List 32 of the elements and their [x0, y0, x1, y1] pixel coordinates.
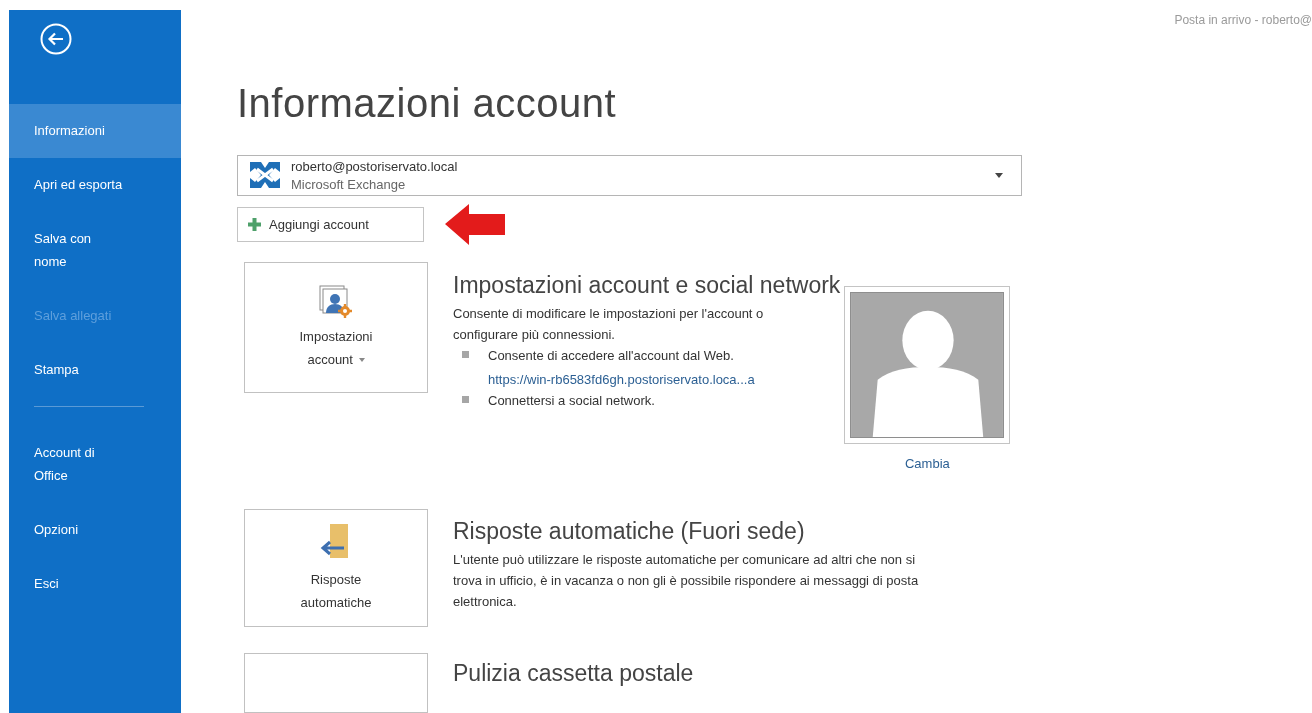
sidebar-item[interactable]: Opzioni [9, 518, 181, 541]
bullet-icon [462, 351, 469, 358]
add-account-button[interactable]: Aggiungi account [237, 207, 424, 242]
sidebar-item[interactable]: Salva con nome [9, 227, 181, 273]
section-description: L'utente può utilizzare le risposte automatiche per comunicare ad altri che non si trova in ufficio, è in vacanza o non gli è possibile rispondere ai messaggi di posta elettronica. [453, 551, 920, 611]
sidebar-item[interactable]: Informazioni [9, 104, 181, 158]
account-dropdown[interactable]: roberto@postoriservato.local Microsoft Exchange [237, 154, 1022, 196]
window-title: Posta in arrivo - roberto@ [1174, 13, 1312, 27]
pointer-arrow [445, 204, 505, 245]
web-access-link[interactable]: https://win-rb6583fd6gh.postoriservato.loca...a [488, 369, 755, 390]
sidebar-item[interactable]: Account di Office [9, 441, 181, 487]
section-heading: Impostazioni account e social network [453, 271, 841, 300]
bullet-icon [462, 396, 469, 403]
sidebar-item[interactable]: Apri ed esporta [9, 173, 181, 196]
page-title: Informazioni account [237, 79, 617, 127]
account-type: Microsoft Exchange [291, 176, 406, 192]
exchange-icon [248, 160, 282, 191]
card-button[interactable]: Impostazioni account [244, 262, 428, 393]
caret-icon [995, 172, 1003, 178]
card-button[interactable]: Risposte automatiche [244, 509, 428, 627]
sidebar-item[interactable]: Stampa [9, 358, 181, 381]
bullet-text: Consente di accedere all'account dal Web. [488, 347, 734, 365]
section-heading: Pulizia cassetta postale [453, 659, 694, 688]
change-photo-link[interactable]: Cambia [904, 456, 950, 471]
plus-icon [248, 218, 261, 231]
section-description: Consente di modificare le impostazioni per l'account o configurare più connessioni. [453, 305, 765, 344]
section-heading: Risposte automatiche (Fuori sede) [453, 517, 805, 546]
back-icon[interactable] [40, 23, 72, 55]
account-address: roberto@postoriservato.local [291, 158, 458, 174]
sidebar-item[interactable]: Esci [9, 572, 181, 595]
person-settings-icon [319, 284, 353, 319]
bullet-text: Connettersi a social network. [488, 392, 655, 410]
